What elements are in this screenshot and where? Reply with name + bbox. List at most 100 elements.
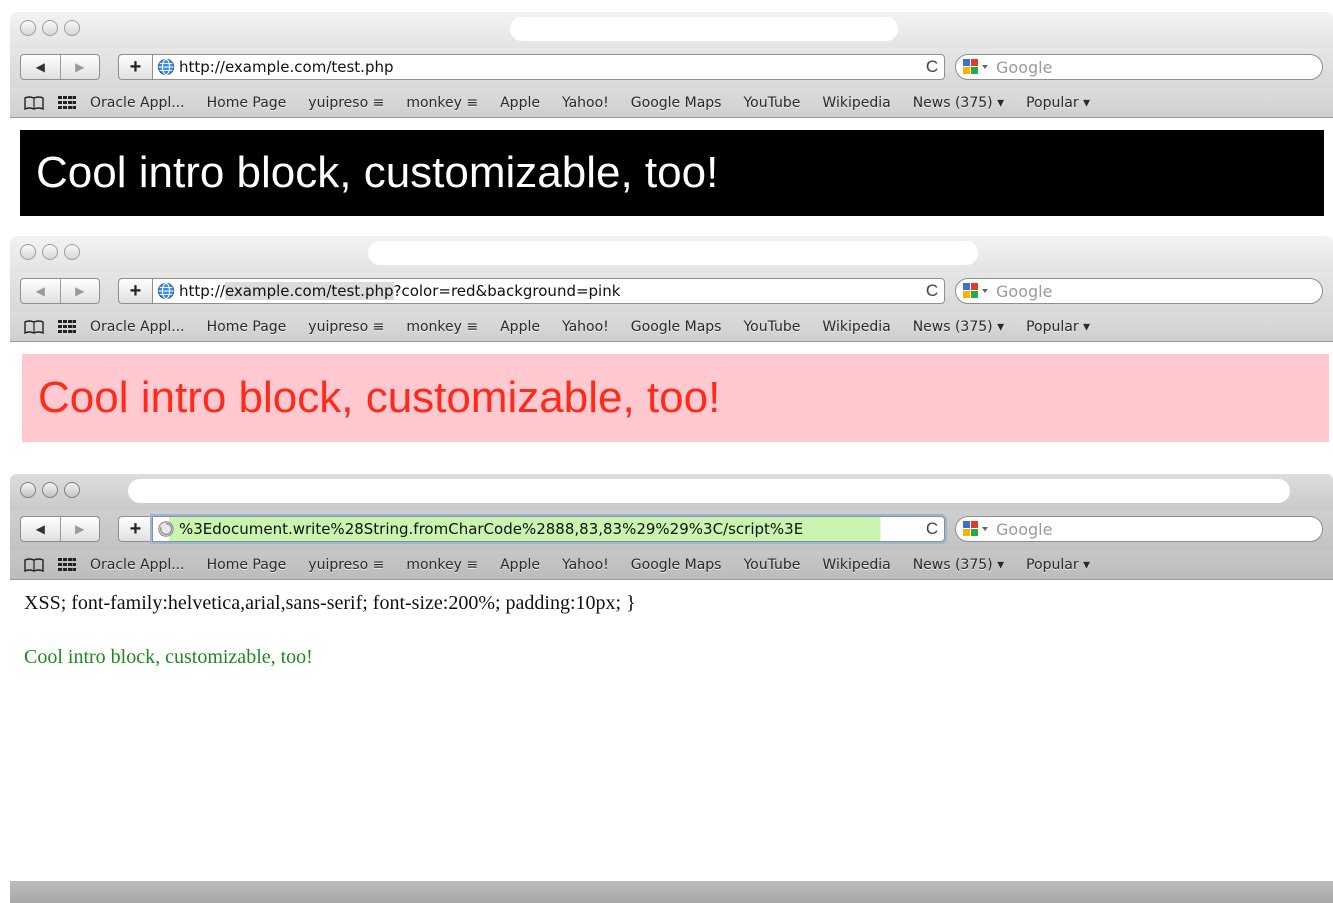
- book-icon[interactable]: [24, 557, 44, 572]
- bookmark-item[interactable]: News (375) ▾: [913, 319, 1004, 335]
- add-bookmark-icon[interactable]: +: [118, 278, 152, 304]
- bookmark-item[interactable]: Google Maps: [631, 557, 722, 573]
- title-bar: [10, 236, 1333, 272]
- reload-icon[interactable]: C: [920, 57, 944, 77]
- page-content: Cool intro block, customizable, too!: [10, 342, 1333, 460]
- bookmark-item[interactable]: Home Page: [207, 557, 287, 573]
- bookmark-item[interactable]: yuipreso ≡: [308, 95, 384, 111]
- bookmark-item[interactable]: monkey ≡: [406, 319, 478, 335]
- search-placeholder: Google: [996, 281, 1053, 301]
- forward-arrow-icon[interactable]: ▶: [59, 517, 100, 541]
- bookmark-item[interactable]: News (375) ▾: [913, 95, 1004, 111]
- bookmark-item[interactable]: Popular ▾: [1026, 319, 1090, 335]
- bookmarks-bar: Oracle Appl... Home Page yuipreso ≡ monk…: [10, 550, 1333, 580]
- bookmark-item[interactable]: Wikipedia: [822, 557, 890, 573]
- page-content: XSS; font-family:helvetica,arial,sans-se…: [10, 580, 1333, 903]
- zoom-window-button[interactable]: [64, 20, 80, 36]
- bookmarks-bar: Oracle Appl... Home Page yuipreso ≡ monk…: [10, 88, 1333, 118]
- bookmark-item[interactable]: Popular ▾: [1026, 95, 1090, 111]
- google-icon: [963, 521, 988, 536]
- browser-window-1: ◀ ▶ + http://example.com/test.php C Goog…: [10, 12, 1333, 230]
- bookmark-item[interactable]: Home Page: [207, 95, 287, 111]
- close-window-button[interactable]: [20, 482, 36, 498]
- back-arrow-icon[interactable]: ◀: [21, 279, 60, 303]
- bookmark-item[interactable]: Oracle Appl...: [90, 95, 185, 111]
- globe-icon: [157, 282, 175, 300]
- address-bar[interactable]: %3Edocument.write%28String.fromCharCode%…: [152, 516, 945, 542]
- bookmark-item[interactable]: Oracle Appl...: [90, 557, 185, 573]
- bookmark-item[interactable]: monkey ≡: [406, 95, 478, 111]
- url-text[interactable]: http://example.com/test.php?color=red&ba…: [179, 282, 920, 300]
- forward-arrow-icon[interactable]: ▶: [59, 55, 100, 79]
- grid-icon[interactable]: [58, 319, 76, 334]
- url-text[interactable]: %3Edocument.write%28String.fromCharCode%…: [179, 520, 920, 538]
- forward-arrow-icon[interactable]: ▶: [59, 279, 100, 303]
- search-field[interactable]: Google: [955, 278, 1323, 304]
- close-window-button[interactable]: [20, 20, 36, 36]
- bookmark-item[interactable]: Apple: [500, 319, 540, 335]
- search-placeholder: Google: [996, 519, 1053, 539]
- minimize-window-button[interactable]: [42, 482, 58, 498]
- bookmark-item[interactable]: monkey ≡: [406, 557, 478, 573]
- window-title: [510, 17, 898, 41]
- browser-window-3: ◀ ▶ + %3Edocument.write%28String.fromCha…: [10, 474, 1333, 903]
- bookmark-item[interactable]: Yahoo!: [562, 319, 609, 335]
- intro-block: Cool intro block, customizable, too!: [24, 646, 313, 668]
- bookmark-item[interactable]: Wikipedia: [822, 319, 890, 335]
- window-controls: [20, 482, 80, 498]
- address-bar[interactable]: http://example.com/test.php C: [152, 54, 945, 80]
- page-content: Cool intro block, customizable, too!: [10, 118, 1333, 230]
- back-arrow-icon[interactable]: ◀: [21, 517, 60, 541]
- toolbar: ◀ ▶ + http://example.com/test.php?color=…: [10, 272, 1333, 312]
- google-icon: [963, 283, 988, 298]
- globe-icon: [158, 521, 174, 537]
- bookmark-item[interactable]: yuipreso ≡: [308, 557, 384, 573]
- bookmark-item[interactable]: News (375) ▾: [913, 557, 1004, 573]
- bookmarks-bar: Oracle Appl... Home Page yuipreso ≡ monk…: [10, 312, 1333, 342]
- grid-icon[interactable]: [58, 557, 76, 572]
- globe-icon: [157, 58, 175, 76]
- window-controls: [20, 20, 80, 36]
- bookmark-item[interactable]: Google Maps: [631, 319, 722, 335]
- bookmark-item[interactable]: Yahoo!: [562, 95, 609, 111]
- bookmark-item[interactable]: YouTube: [743, 319, 800, 335]
- bookmark-item[interactable]: Yahoo!: [562, 557, 609, 573]
- minimize-window-button[interactable]: [42, 244, 58, 260]
- zoom-window-button[interactable]: [64, 244, 80, 260]
- bookmark-item[interactable]: Home Page: [207, 319, 287, 335]
- zoom-window-button[interactable]: [64, 482, 80, 498]
- reload-icon[interactable]: C: [920, 519, 944, 539]
- bookmark-item[interactable]: yuipreso ≡: [308, 319, 384, 335]
- xss-output-text: XSS; font-family:helvetica,arial,sans-se…: [24, 592, 636, 614]
- bookmark-item[interactable]: Apple: [500, 557, 540, 573]
- close-window-button[interactable]: [20, 244, 36, 260]
- add-bookmark-icon[interactable]: +: [118, 54, 152, 80]
- bookmark-item[interactable]: YouTube: [743, 557, 800, 573]
- bookmark-item[interactable]: Wikipedia: [822, 95, 890, 111]
- intro-block: Cool intro block, customizable, too!: [22, 354, 1329, 442]
- bookmark-item[interactable]: Apple: [500, 95, 540, 111]
- title-bar: [10, 474, 1333, 510]
- window-title: [368, 241, 978, 265]
- url-query: ?color=red&background=pink: [393, 282, 621, 300]
- search-field[interactable]: Google: [955, 54, 1323, 80]
- bookmark-item[interactable]: Oracle Appl...: [90, 319, 185, 335]
- nav-buttons: ◀ ▶: [20, 278, 100, 304]
- minimize-window-button[interactable]: [42, 20, 58, 36]
- window-title: [128, 479, 1290, 503]
- bookmark-item[interactable]: Popular ▾: [1026, 557, 1090, 573]
- bookmark-item[interactable]: Google Maps: [631, 95, 722, 111]
- book-icon[interactable]: [24, 319, 44, 334]
- book-icon[interactable]: [24, 95, 44, 110]
- url-highlight: example.com/test.php: [224, 282, 394, 300]
- nav-buttons: ◀ ▶: [20, 54, 100, 80]
- intro-block: Cool intro block, customizable, too!: [20, 130, 1324, 216]
- search-field[interactable]: Google: [955, 516, 1323, 542]
- grid-icon[interactable]: [58, 95, 76, 110]
- reload-icon[interactable]: C: [920, 281, 944, 301]
- add-bookmark-icon[interactable]: +: [118, 516, 152, 542]
- bookmark-item[interactable]: YouTube: [743, 95, 800, 111]
- address-bar[interactable]: http://example.com/test.php?color=red&ba…: [152, 278, 945, 304]
- back-arrow-icon[interactable]: ◀: [21, 55, 60, 79]
- url-text[interactable]: http://example.com/test.php: [179, 58, 920, 76]
